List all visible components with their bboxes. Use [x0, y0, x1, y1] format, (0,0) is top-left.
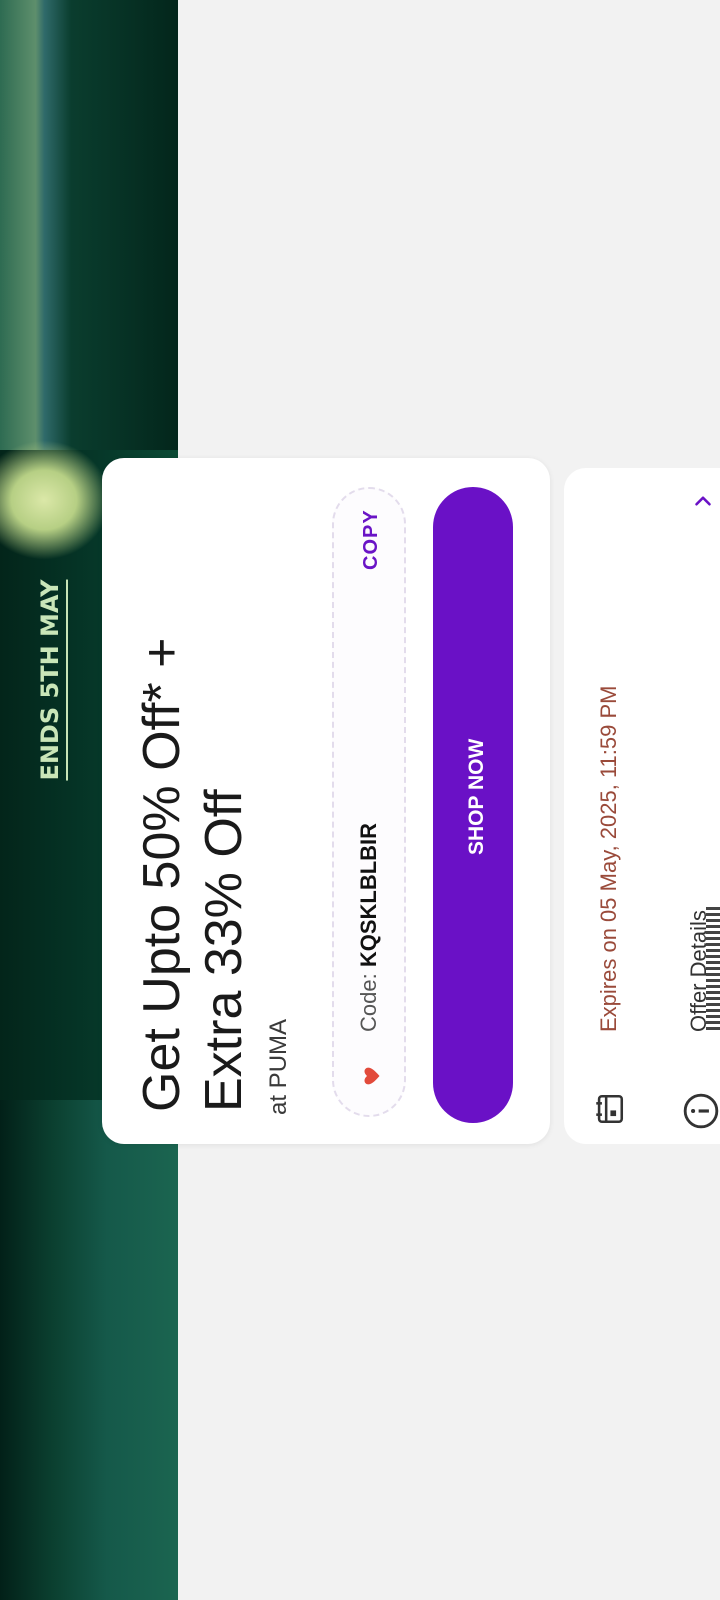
offer-title-line2: Extra 33% Off [195, 789, 253, 1112]
calendar-icon [596, 1094, 624, 1124]
copy-button[interactable]: COPY [360, 509, 383, 570]
banner-leaf-graphic [0, 440, 110, 560]
coupon-code-text: Code: KQSKLBLBIR [356, 823, 382, 1032]
coupon-code-label: Code: [356, 973, 381, 1032]
heart-icon [364, 1067, 380, 1085]
offer-info-panel [564, 468, 720, 1144]
banner-ends-date-wrap: ENDS 5TH MAY [22, 579, 82, 781]
banner-image-bottom [0, 1100, 178, 1600]
shop-now-label: SHOP NOW [465, 738, 488, 855]
offer-details-underline [706, 905, 720, 1030]
banner-ends-date: ENDS 5TH MAY [36, 579, 68, 781]
banner-image-top [0, 0, 178, 450]
info-icon [683, 1093, 719, 1129]
offer-merchant: at PUMA [265, 1018, 292, 1115]
chevron-right-icon[interactable] [690, 488, 716, 514]
coupon-code-value: KQSKLBLBIR [356, 822, 381, 968]
expiry-text: Expires on 05 May, 2025, 11:59 PM [596, 685, 621, 1033]
offer-title-line1: Get Upto 50% Off* + [133, 637, 191, 1112]
